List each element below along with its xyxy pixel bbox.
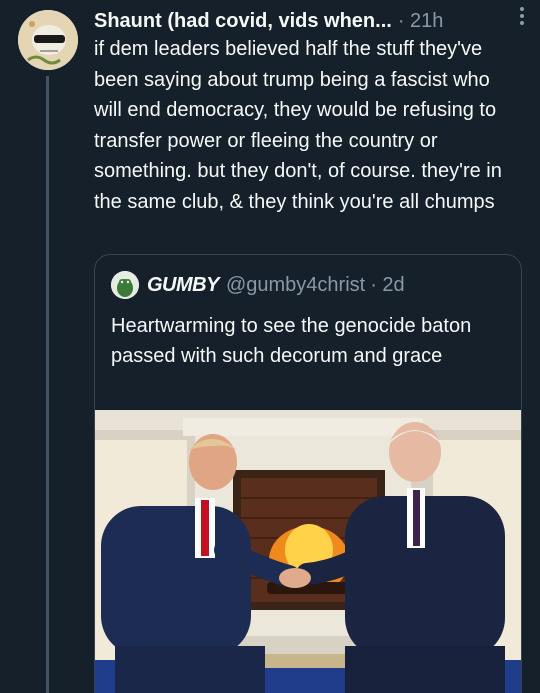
quoted-tweet[interactable]: GUMBY @gumby4christ · 2d Heartwarming to…	[94, 254, 522, 693]
author-avatar[interactable]	[18, 10, 78, 70]
tweet-header: Shaunt (had covid, vids when... · 21h	[94, 6, 526, 36]
skull-sunglasses-avatar-icon	[18, 10, 78, 70]
more-options-button[interactable]	[510, 4, 534, 28]
author-display-name[interactable]: Shaunt (had covid, vids when...	[94, 10, 392, 33]
frog-avatar-icon	[111, 271, 139, 299]
quote-author-handle[interactable]: @gumby4christ	[226, 274, 365, 297]
quote-header: GUMBY @gumby4christ · 2d	[111, 270, 509, 300]
quote-author-avatar[interactable]	[111, 271, 139, 299]
tweet[interactable]: Shaunt (had covid, vids when... · 21h if…	[0, 0, 540, 693]
photo-two-men-shaking-hands-by-fireplace-icon	[95, 410, 521, 693]
thread-line	[46, 76, 49, 693]
tweet-text: if dem leaders believed half the stuff t…	[94, 38, 502, 213]
tweet-timestamp[interactable]: · 21h	[398, 10, 444, 33]
quote-media-photo[interactable]	[95, 410, 521, 693]
quote-author-display-name[interactable]: GUMBY	[147, 274, 219, 297]
quote-text: Heartwarming to see the genocide baton p…	[111, 315, 472, 367]
more-vertical-icon	[520, 6, 524, 27]
quote-timestamp[interactable]: · 2d	[370, 274, 404, 297]
